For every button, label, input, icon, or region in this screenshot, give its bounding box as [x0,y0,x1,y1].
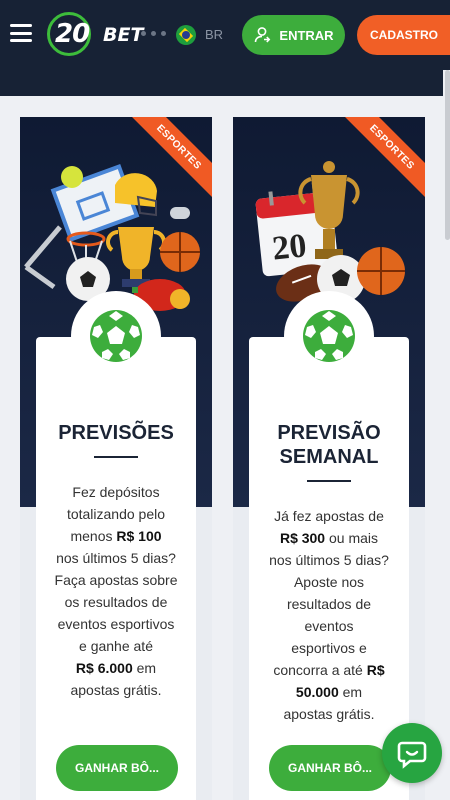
top-header: 20 BET BR ENTRAR CADASTRO [0,0,450,70]
header-bottom-strip [0,70,443,96]
login-label: ENTRAR [279,27,334,43]
soccer-ball-icon [303,310,355,362]
promo-panel: PREVISÃO SEMANAL Já fez apostas de R$ 30… [249,291,409,800]
logo-number: 20 [55,19,90,49]
card-title: PREVISÕES [58,422,174,444]
register-button[interactable]: CADASTRO [357,15,450,55]
claim-bonus-button[interactable]: GANHAR BÔ... [269,745,391,791]
chat-icon [397,741,427,769]
promo-card-previsoes[interactable]: ESPORTES PREVISÕES Fez depósitos totaliz… [20,117,212,800]
login-button[interactable]: ENTRAR [242,15,345,55]
logo-word: BET [103,24,144,46]
soccer-ball-badge [284,291,374,381]
soccer-ball-badge [71,291,161,381]
card-description: Fez depósitos totalizando pelo menos R$ … [54,484,178,698]
chat-button[interactable] [382,723,442,783]
menu-icon[interactable] [10,24,32,42]
title-divider [307,480,351,482]
logo[interactable]: 20 BET [47,12,147,56]
carousel-dots [141,31,166,36]
brazil-flag-icon[interactable] [176,25,196,45]
soccer-ball-icon [90,310,142,362]
claim-bonus-button[interactable]: GANHAR BÔ... [56,745,178,791]
language-code[interactable]: BR [205,27,223,42]
card-title: PREVISÃO SEMANAL [277,422,381,468]
card-description: Já fez apostas de R$ 300 ou mais nos últ… [269,508,389,722]
title-divider [94,456,138,458]
calendar-number: 20 [271,227,309,267]
scrollbar[interactable] [445,70,450,240]
promo-card-previsao-semanal[interactable]: 20 ESPORTES PREVISÃO SEMANAL Já fez apos… [233,117,425,800]
promo-panel: PREVISÕES Fez depósitos totalizando pelo… [36,291,196,800]
user-login-icon [255,27,271,43]
